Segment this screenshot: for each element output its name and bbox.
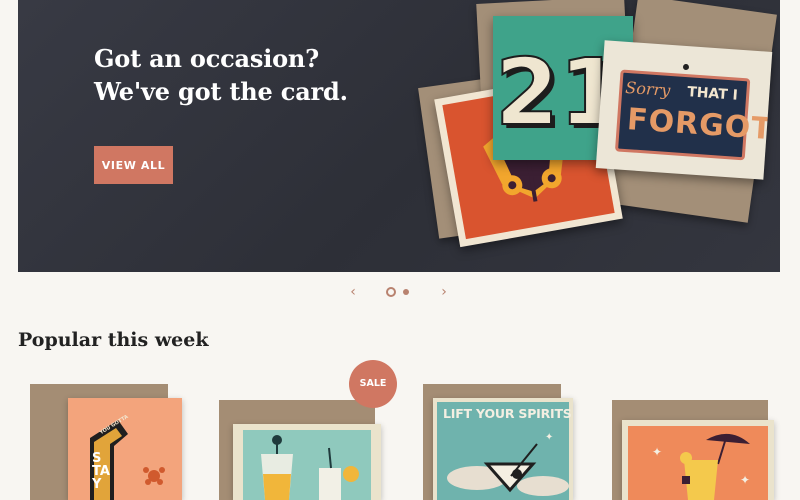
product-image: ✦ LIFT YOUR SPIRITS: [433, 398, 573, 500]
sale-badge: SALE: [349, 360, 397, 408]
svg-text:✦: ✦: [652, 445, 662, 459]
hero-title: Got an occasion? We've got the card.: [94, 44, 348, 106]
carousel-dot-2[interactable]: [403, 289, 409, 295]
product-card[interactable]: ✦ ✦: [610, 360, 780, 500]
carousel-controls: ‹ ›: [0, 283, 800, 303]
sorry-forgot-card: Sorry THAT I FORGOT: [595, 40, 773, 180]
card-headline-text: LIFT YOUR SPIRITS: [443, 406, 572, 421]
product-image: ✦ ✦: [622, 420, 774, 500]
product-image: YOU GOTTA STAY: [68, 398, 182, 500]
chevron-left-icon[interactable]: ‹: [345, 283, 361, 301]
product-image: [233, 424, 381, 500]
view-all-button[interactable]: VIEW ALL: [94, 146, 173, 184]
svg-text:✦: ✦: [740, 473, 750, 487]
chevron-right-icon[interactable]: ›: [436, 283, 452, 301]
product-card[interactable]: ✦ LIFT YOUR SPIRITS: [423, 360, 593, 500]
section-title: Popular this week: [18, 329, 209, 351]
svg-text:✦: ✦: [545, 432, 553, 443]
card-big-text: STAY: [92, 451, 110, 492]
card-that-i-text: THAT I: [686, 84, 739, 104]
carousel-dot-1[interactable]: [386, 287, 396, 297]
product-card[interactable]: YOU GOTTA STAY: [30, 360, 200, 500]
hero-card-illustration[interactable]: 21 21 Sorry THAT I FORGOT: [408, 0, 780, 272]
card-sorry-text: Sorry: [624, 77, 671, 100]
hero-banner: Got an occasion? We've got the card. VIE…: [18, 0, 780, 272]
